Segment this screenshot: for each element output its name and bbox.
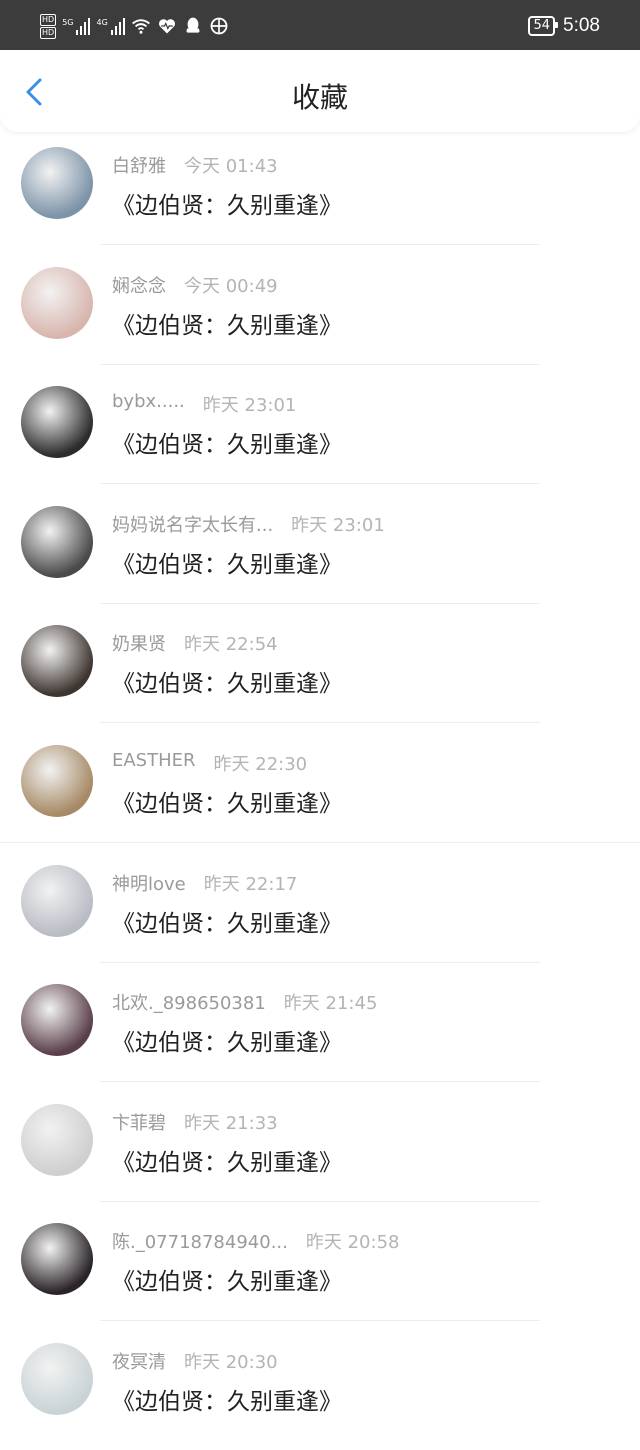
divider	[100, 961, 540, 963]
favorite-title[interactable]: 《边伯贤：久别重逢》	[112, 306, 342, 340]
item-meta: 妈妈说名字太长有... 昨天 23:01	[112, 511, 385, 537]
list-item[interactable]: 奶果贤 昨天 22:54 《边伯贤：久别重逢》	[0, 612, 640, 732]
status-time: 5:08	[563, 15, 600, 36]
signal-5g-label: 5G	[62, 17, 74, 27]
divider	[100, 363, 540, 365]
favorite-title[interactable]: 《边伯贤：久别重逢》	[112, 1143, 342, 1177]
hd-badge-1: HD	[40, 13, 57, 26]
user-name[interactable]: 夜冥清	[112, 1348, 166, 1374]
list-item[interactable]: 夜冥清 昨天 20:30 《边伯贤：久别重逢》	[0, 1330, 640, 1450]
user-name[interactable]: EASTHER	[112, 750, 196, 776]
favorite-title[interactable]: 《边伯贤：久别重逢》	[112, 784, 342, 818]
divider	[100, 483, 540, 485]
item-meta: 娴念念 今天 00:49	[112, 272, 278, 298]
user-name[interactable]: 娴念念	[112, 272, 166, 298]
list-item[interactable]: 卞菲碧 昨天 21:33 《边伯贤：久别重逢》	[0, 1091, 640, 1211]
avatar[interactable]	[21, 505, 93, 578]
favorite-title[interactable]: 《边伯贤：久别重逢》	[112, 1262, 342, 1296]
favorite-title[interactable]: 《边伯贤：久别重逢》	[112, 425, 342, 459]
item-meta: 神明love 昨天 22:17	[112, 870, 297, 896]
favorite-title[interactable]: 《边伯贤：久别重逢》	[112, 186, 342, 220]
avatar[interactable]	[21, 744, 93, 817]
avatar[interactable]	[21, 625, 93, 698]
user-name[interactable]: 北欢._898650381	[112, 989, 266, 1015]
status-left: HD HD 5G 4G	[40, 13, 229, 39]
item-meta: 北欢._898650381 昨天 21:45	[112, 989, 377, 1015]
status-bar: HD HD 5G 4G 54 5:08	[0, 0, 640, 50]
battery-icon: 54	[528, 16, 558, 36]
timestamp: 昨天 20:58	[305, 1232, 400, 1254]
list-item[interactable]: EASTHER 昨天 22:30 《边伯贤：久别重逢》	[0, 732, 640, 852]
signal-4g-label: 4G	[96, 17, 108, 27]
item-meta: 卞菲碧 昨天 21:33	[112, 1109, 278, 1135]
browser-icon	[210, 17, 228, 35]
item-meta: EASTHER 昨天 22:30	[112, 750, 307, 776]
avatar[interactable]	[21, 864, 93, 937]
hd-badge-2: HD	[40, 26, 57, 39]
avatar[interactable]	[21, 1223, 93, 1296]
timestamp: 昨天 21:33	[184, 1112, 278, 1134]
item-meta: bybx..... 昨天 23:01	[112, 391, 296, 417]
avatar[interactable]	[21, 1103, 93, 1176]
timestamp: 昨天 22:17	[203, 873, 298, 895]
item-meta: 夜冥清 昨天 20:30	[112, 1348, 278, 1374]
user-name[interactable]: 神明love	[112, 870, 186, 896]
user-name[interactable]: 卞菲碧	[112, 1109, 166, 1135]
favorite-title[interactable]: 《边伯贤：久别重逢》	[112, 545, 342, 579]
timestamp: 昨天 22:54	[184, 634, 278, 656]
timestamp: 今天 01:43	[184, 156, 278, 177]
hd-tags: HD HD	[40, 13, 57, 39]
status-right: 54 5:08	[528, 14, 600, 38]
list-item[interactable]: bybx..... 昨天 23:01 《边伯贤：久别重逢》	[0, 373, 640, 493]
favorites-list: 白舒雅 今天 01:43 《边伯贤：久别重逢》 娴念念 今天 00:49 《边伯贤：久别重…	[0, 134, 640, 1450]
user-name[interactable]: 陈._07718784940...	[112, 1228, 288, 1254]
favorite-title[interactable]: 《边伯贤：久别重逢》	[112, 664, 342, 698]
timestamp: 昨天 22:30	[213, 753, 308, 775]
avatar[interactable]	[21, 266, 93, 339]
item-meta: 奶果贤 昨天 22:54	[112, 630, 278, 656]
avatar[interactable]	[21, 147, 93, 219]
divider	[100, 244, 540, 245]
app-bar: 收藏	[0, 50, 640, 132]
favorite-title[interactable]: 《边伯贤：久别重逢》	[112, 1023, 342, 1057]
page-title: 收藏	[291, 81, 348, 114]
divider	[100, 1320, 540, 1322]
divider	[100, 1081, 540, 1083]
list-item[interactable]: 白舒雅 今天 01:43 《边伯贤：久别重逢》	[0, 134, 640, 254]
timestamp: 昨天 20:30	[184, 1351, 278, 1373]
user-name[interactable]: 妈妈说名字太长有...	[112, 511, 273, 537]
user-name[interactable]: bybx.....	[112, 391, 185, 417]
divider	[100, 602, 540, 604]
list-item[interactable]: 神明love 昨天 22:17 《边伯贤：久别重逢》	[0, 852, 640, 972]
divider	[100, 1200, 540, 1202]
wifi-icon	[131, 19, 150, 34]
avatar[interactable]	[21, 1342, 93, 1415]
list-item[interactable]: 妈妈说名字太长有... 昨天 23:01 《边伯贤：久别重逢》	[0, 493, 640, 613]
signal-4g-icon: 4G	[96, 17, 125, 35]
item-meta: 陈._07718784940... 昨天 20:58	[112, 1228, 399, 1254]
favorite-title[interactable]: 《边伯贤：久别重逢》	[112, 904, 342, 938]
timestamp: 昨天 21:45	[283, 993, 378, 1015]
avatar[interactable]	[21, 386, 93, 459]
item-meta: 白舒雅 今天 01:43	[112, 152, 278, 178]
divider	[0, 841, 640, 843]
list-item[interactable]: 陈._07718784940... 昨天 20:58 《边伯贤：久别重逢》	[0, 1210, 640, 1330]
avatar[interactable]	[21, 984, 93, 1057]
signal-5g-icon: 5G	[62, 17, 91, 35]
timestamp: 昨天 23:01	[291, 514, 385, 536]
list-item[interactable]: 娴念念 今天 00:49 《边伯贤：久别重逢》	[0, 254, 640, 374]
timestamp: 昨天 23:01	[202, 395, 297, 417]
user-name[interactable]: 奶果贤	[112, 630, 166, 656]
user-name[interactable]: 白舒雅	[112, 152, 166, 178]
timestamp: 今天 00:49	[184, 275, 278, 297]
divider	[100, 722, 540, 724]
list-item[interactable]: 北欢._898650381 昨天 21:45 《边伯贤：久别重逢》	[0, 971, 640, 1091]
qq-icon	[186, 17, 200, 33]
favorite-title[interactable]: 《边伯贤：久别重逢》	[112, 1382, 342, 1416]
heart-pulse-icon	[158, 19, 175, 34]
